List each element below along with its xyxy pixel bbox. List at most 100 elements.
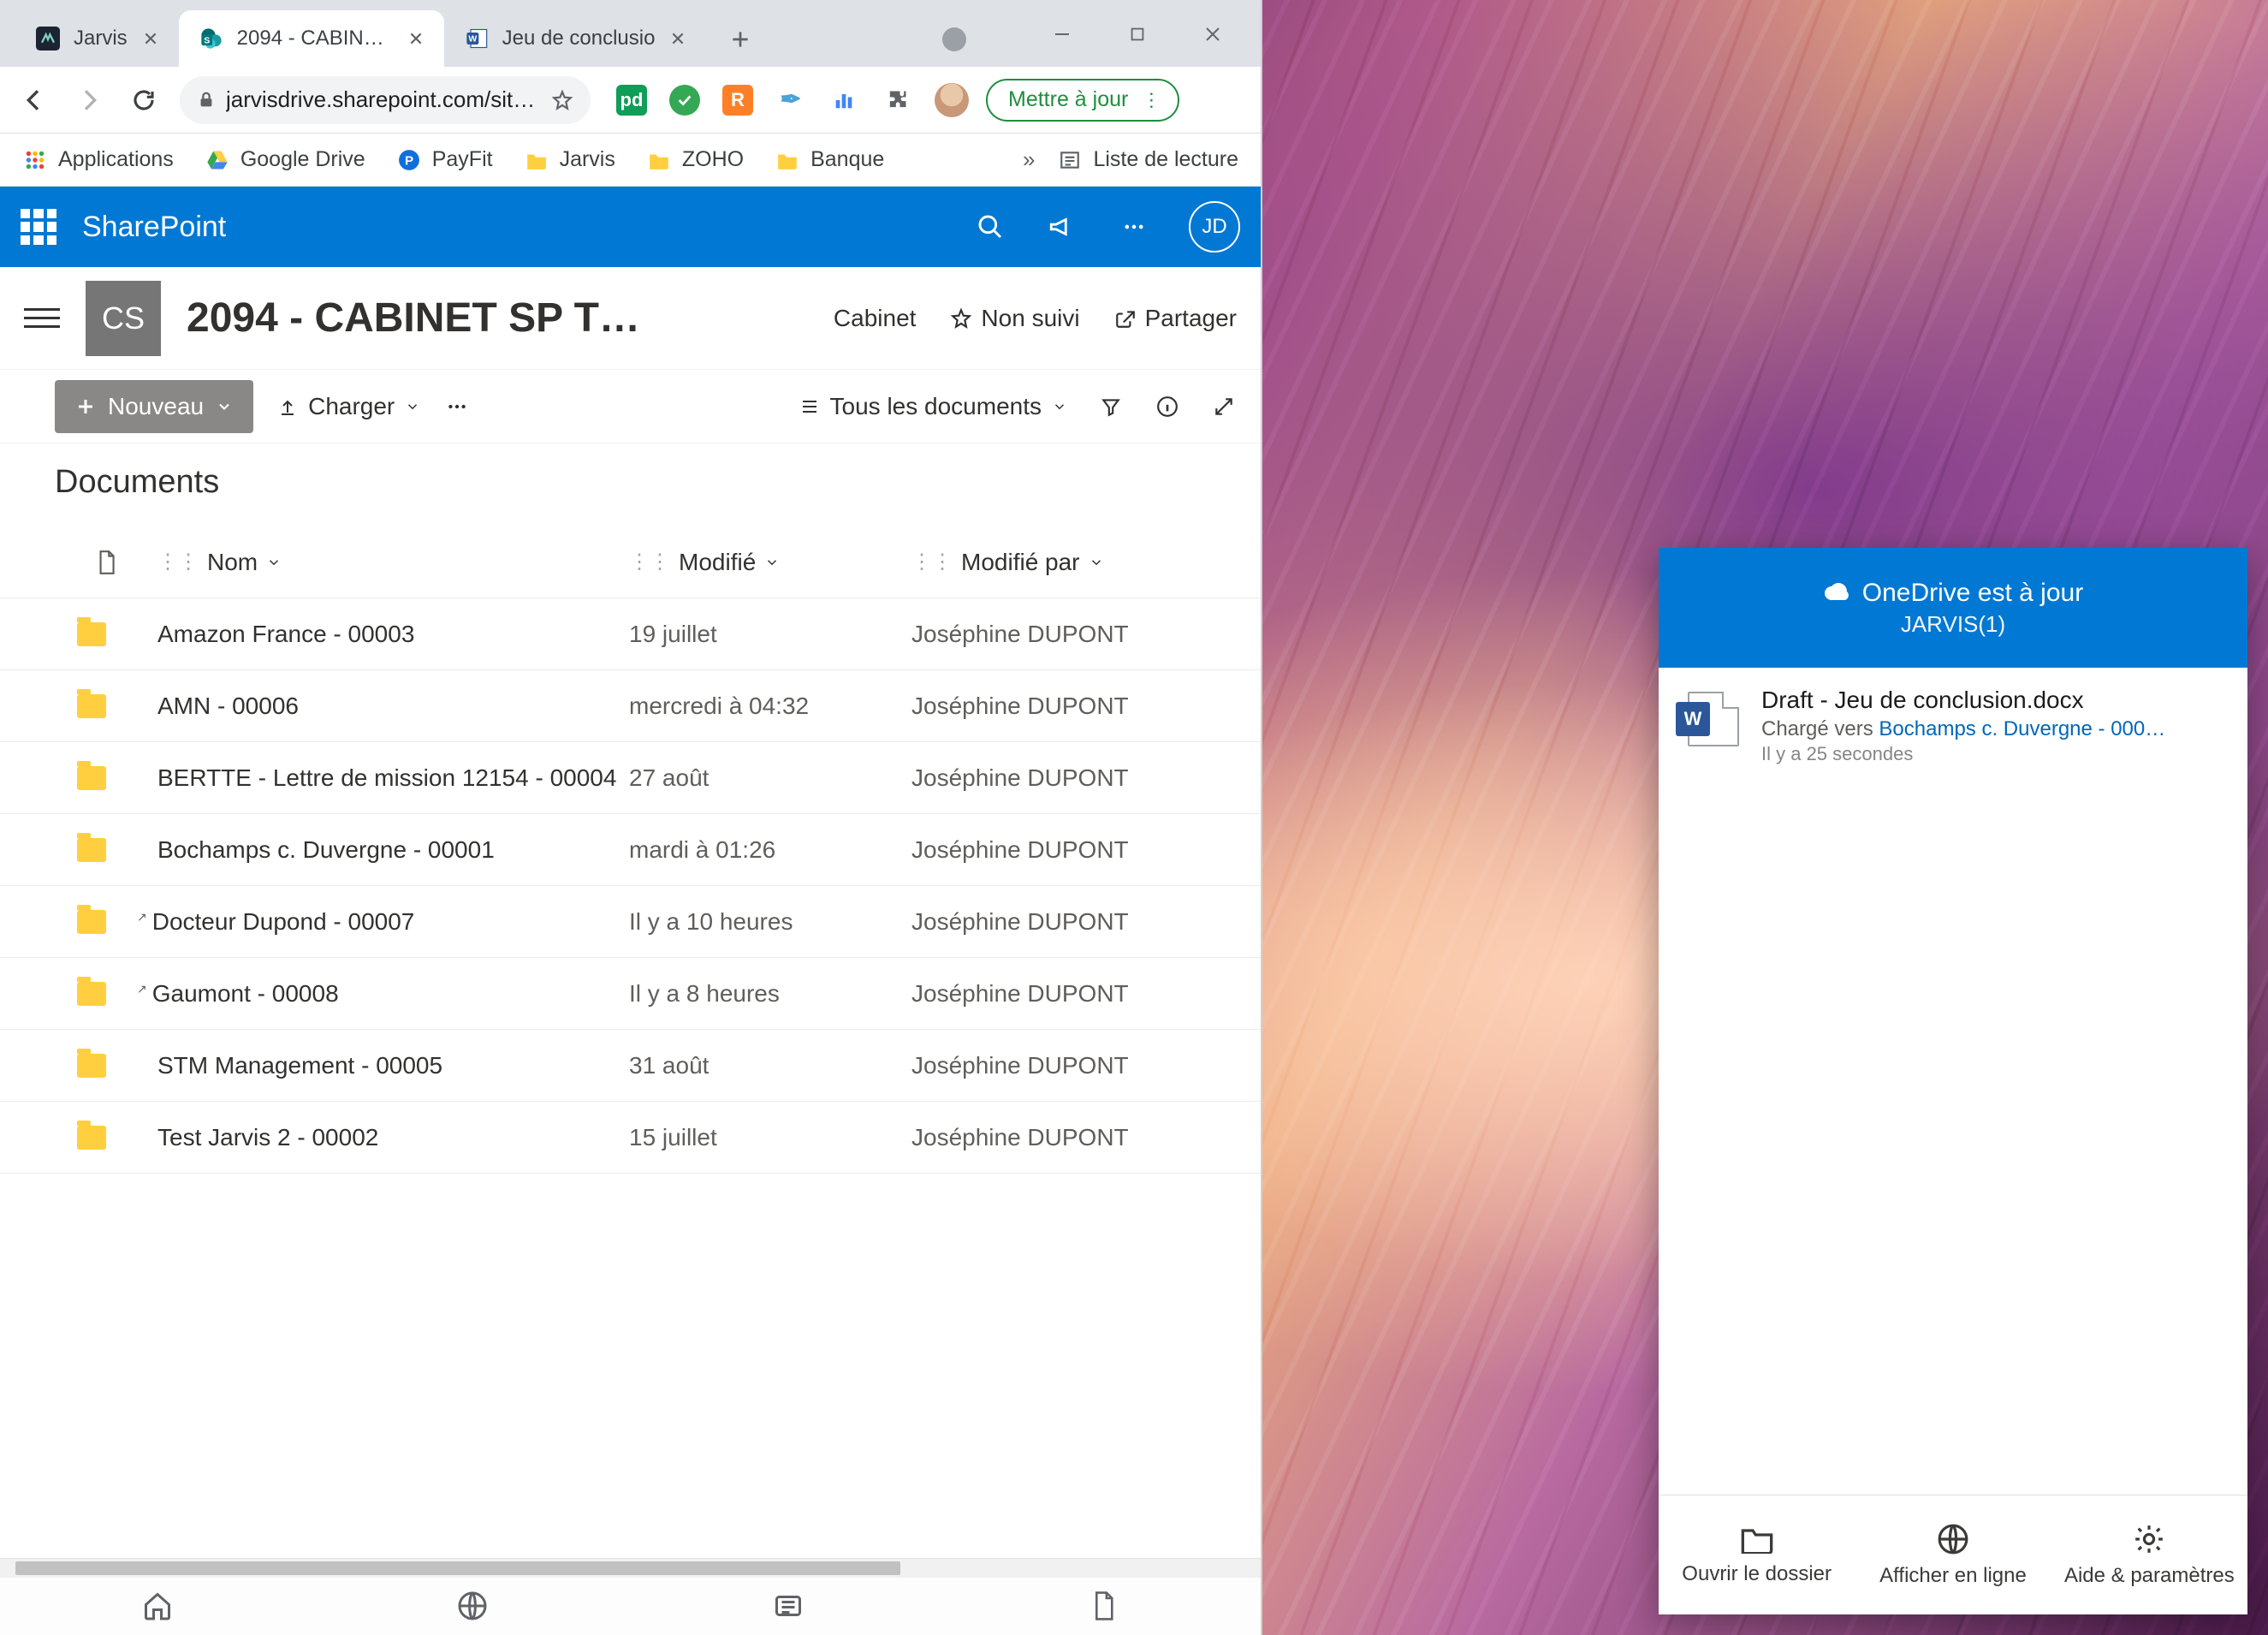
open-folder-button[interactable]: Ouvrir le dossier <box>1659 1495 1855 1614</box>
upload-icon <box>277 396 298 417</box>
row-modified-by: Joséphine DUPONT <box>911 1052 1237 1079</box>
more-icon[interactable] <box>1117 210 1151 244</box>
extensions-menu-icon[interactable] <box>882 85 912 116</box>
update-button[interactable]: Mettre à jour ⋮ <box>986 79 1179 122</box>
column-name-label: Nom <box>207 549 258 576</box>
column-modified-label: Modifié <box>679 549 756 576</box>
uploaded-link[interactable]: Bochamps c. Duvergne - 000… <box>1879 717 2165 740</box>
horizontal-scrollbar[interactable] <box>0 1559 1261 1578</box>
table-row[interactable]: ↗Docteur Dupond - 00007Il y a 10 heuresJ… <box>0 886 1261 958</box>
hamburger-menu-icon[interactable] <box>24 300 60 336</box>
folder-icon <box>77 766 106 790</box>
table-row[interactable]: STM Management - 0000531 aoûtJoséphine D… <box>0 1030 1261 1102</box>
sharepoint-title[interactable]: SharePoint <box>82 211 226 244</box>
news-icon[interactable] <box>767 1584 810 1627</box>
account-presence-icon[interactable] <box>942 27 966 51</box>
row-modified: 19 juillet <box>629 621 911 648</box>
bookmark-label: PayFit <box>432 147 493 172</box>
sharepoint-suite-header: SharePoint JD <box>0 187 1261 267</box>
table-row[interactable]: BERTTE - Lettre de mission 12154 - 00004… <box>0 742 1261 814</box>
tab-word[interactable]: W Jeu de conclusio <box>444 10 707 67</box>
browser-bottom-bar <box>0 1558 1261 1635</box>
profile-avatar-icon[interactable] <box>935 83 969 117</box>
site-logo[interactable]: CS <box>86 281 161 356</box>
table-row[interactable]: ↗Gaumont - 00008Il y a 8 heuresJoséphine… <box>0 958 1261 1030</box>
back-button[interactable] <box>15 81 53 119</box>
share-button[interactable]: Partager <box>1114 305 1237 332</box>
tab-sharepoint[interactable]: S 2094 - CABINET S <box>179 10 444 67</box>
bookmark-label: Google Drive <box>240 147 365 172</box>
globe-icon[interactable] <box>451 1584 494 1627</box>
app-launcher-icon[interactable] <box>21 209 56 245</box>
info-icon[interactable] <box>1155 394 1180 419</box>
bookmark-banque[interactable]: Banque <box>775 147 884 173</box>
close-icon[interactable] <box>405 27 427 50</box>
word-file-icon: W <box>1679 687 1741 748</box>
apps-button[interactable]: Applications <box>22 147 174 173</box>
site-header: CS 2094 - CABINET SP TEA… Cabinet Non su… <box>0 267 1261 370</box>
extension-pd-icon[interactable]: pd <box>616 85 647 116</box>
extension-check-icon[interactable] <box>669 85 700 116</box>
star-icon[interactable] <box>551 89 573 111</box>
minimize-button[interactable] <box>1045 17 1079 51</box>
bookmark-jarvis[interactable]: Jarvis <box>524 147 615 173</box>
table-row[interactable]: AMN - 00006mercredi à 04:32Joséphine DUP… <box>0 670 1261 742</box>
view-online-button[interactable]: Afficher en ligne <box>1855 1495 2051 1614</box>
site-title[interactable]: 2094 - CABINET SP TEA… <box>187 294 666 342</box>
scrollbar-thumb[interactable] <box>15 1561 900 1575</box>
extension-bars-icon[interactable] <box>828 85 859 116</box>
row-name: Bochamps c. Duvergne - 00001 <box>157 836 495 864</box>
new-button[interactable]: Nouveau <box>55 380 253 433</box>
sync-time: Il y a 25 secondes <box>1761 743 2165 765</box>
bookmarks-overflow-icon[interactable]: » <box>1023 146 1035 173</box>
table-row[interactable]: Amazon France - 0000319 juilletJoséphine… <box>0 598 1261 670</box>
drag-handle-icon: ⋮⋮ <box>157 550 199 574</box>
cabinet-link[interactable]: Cabinet <box>834 305 917 332</box>
bookmark-gdrive[interactable]: Google Drive <box>205 147 365 173</box>
bookmark-zoho[interactable]: ZOHO <box>646 147 744 173</box>
row-modified: 15 juillet <box>629 1124 911 1151</box>
column-type-icon[interactable] <box>55 550 157 575</box>
reload-button[interactable] <box>125 81 163 119</box>
column-name[interactable]: ⋮⋮ Nom <box>157 549 629 576</box>
row-modified-by: Joséphine DUPONT <box>911 764 1237 792</box>
reading-list-button[interactable]: Liste de lecture <box>1057 147 1238 173</box>
row-modified: 31 août <box>629 1052 911 1079</box>
help-settings-button[interactable]: Aide & paramètres <box>2051 1495 2247 1614</box>
onedrive-title: OneDrive est à jour <box>1862 579 2083 608</box>
extension-r-icon[interactable]: R <box>722 85 753 116</box>
close-window-button[interactable] <box>1196 17 1230 51</box>
folder-icon <box>77 982 106 1006</box>
follow-button[interactable]: Non suivi <box>950 305 1079 332</box>
table-row[interactable]: Test Jarvis 2 - 0000215 juilletJoséphine… <box>0 1102 1261 1174</box>
column-modified[interactable]: ⋮⋮ Modifié <box>629 549 911 576</box>
home-icon[interactable] <box>136 1584 179 1627</box>
onedrive-sync-item[interactable]: W Draft - Jeu de conclusion.docx Chargé … <box>1679 687 2227 765</box>
filter-icon[interactable] <box>1098 394 1124 419</box>
address-bar[interactable]: jarvisdrive.sharepoint.com/site… <box>180 76 591 124</box>
extension-feather-icon[interactable]: ✒ <box>775 85 806 116</box>
expand-icon[interactable] <box>1211 394 1237 419</box>
megaphone-icon[interactable] <box>1045 210 1079 244</box>
jarvis-favicon-icon <box>34 25 62 52</box>
close-icon[interactable] <box>140 27 162 50</box>
drag-handle-icon: ⋮⋮ <box>629 550 670 574</box>
maximize-button[interactable] <box>1120 17 1155 51</box>
table-row[interactable]: Bochamps c. Duvergne - 00001mardi à 01:2… <box>0 814 1261 886</box>
column-modified-by[interactable]: ⋮⋮ Modifié par <box>911 549 1237 576</box>
search-icon[interactable] <box>973 210 1007 244</box>
more-actions-icon[interactable] <box>444 394 470 419</box>
view-selector[interactable]: Tous les documents <box>799 393 1067 420</box>
bookmark-payfit[interactable]: P PayFit <box>396 147 493 173</box>
reading-list-label: Liste de lecture <box>1093 147 1238 172</box>
forward-button[interactable] <box>70 81 108 119</box>
plus-icon <box>75 396 96 417</box>
new-tab-button[interactable] <box>716 15 764 63</box>
upload-button[interactable]: Charger <box>277 393 420 420</box>
document-icon[interactable] <box>1082 1584 1125 1627</box>
close-icon[interactable] <box>667 27 689 50</box>
tab-jarvis[interactable]: Jarvis <box>15 10 179 67</box>
user-avatar[interactable]: JD <box>1189 201 1240 253</box>
extension-icons: pd R ✒ <box>616 83 969 117</box>
svg-text:S: S <box>204 35 210 45</box>
